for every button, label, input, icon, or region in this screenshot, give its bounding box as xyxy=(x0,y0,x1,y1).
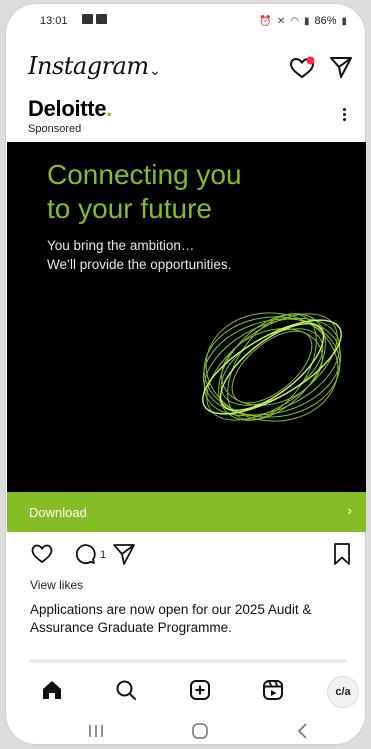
comment-count: 1 xyxy=(100,549,107,561)
status-notification-icons xyxy=(82,14,107,24)
account-brand-dot: . xyxy=(106,96,113,121)
search-icon[interactable] xyxy=(114,678,138,702)
notification-dot xyxy=(306,56,315,65)
signal-icon: ▮ xyxy=(303,15,310,27)
ad-creative[interactable]: Connecting you to your future You bring … xyxy=(7,142,366,492)
post-account-name[interactable]: Deloitte. xyxy=(28,96,112,122)
reels-icon[interactable] xyxy=(261,678,285,702)
ad-headline-line1: Connecting you xyxy=(47,159,242,190)
home-icon[interactable] xyxy=(40,678,64,702)
app-notification-icon xyxy=(96,14,107,24)
post-header: Deloitte. Sponsored xyxy=(6,96,365,144)
back-icon[interactable] xyxy=(293,722,313,740)
sponsored-label: Sponsored xyxy=(28,123,82,135)
app-header: Instagram ⌄ xyxy=(6,44,365,94)
send-icon[interactable] xyxy=(329,55,353,79)
gallery-icon xyxy=(82,14,93,24)
system-nav-bar xyxy=(0,718,371,748)
alarm-icon: ⏰ xyxy=(259,15,272,27)
create-post-icon[interactable] xyxy=(188,678,212,702)
home-button-icon[interactable] xyxy=(190,722,210,740)
comment-preview-divider xyxy=(30,659,346,663)
bottom-tab-bar xyxy=(0,670,371,712)
wifi-icon: ◠ xyxy=(290,15,299,27)
spiral-artwork-icon xyxy=(202,312,342,422)
mute-icon: ✕ xyxy=(276,15,286,27)
post-caption: Applications are now open for our 2025 A… xyxy=(30,602,312,635)
more-icon[interactable] xyxy=(343,108,347,123)
recents-icon[interactable] xyxy=(86,722,106,740)
comment-icon[interactable] xyxy=(73,542,97,566)
share-send-icon[interactable] xyxy=(112,542,136,566)
profile-avatar[interactable]: c/a xyxy=(327,676,359,708)
ad-headline-line2: to your future xyxy=(47,193,212,224)
heart-icon[interactable] xyxy=(289,56,315,80)
ad-subline2: We’ll provide the opportunities. xyxy=(47,257,232,272)
ad-subline1: You bring the ambition… xyxy=(47,238,195,253)
account-name-text: Deloitte xyxy=(28,96,107,121)
view-likes-link[interactable]: View likes xyxy=(30,578,83,592)
status-time: 13:01 xyxy=(40,15,68,27)
status-bar: 13:01 ⏰ ✕ ◠ ▮ 86% ▮ xyxy=(6,4,365,38)
download-cta-button[interactable]: Download › xyxy=(7,492,366,532)
cta-label: Download xyxy=(29,505,87,520)
bookmark-icon[interactable] xyxy=(332,542,352,566)
ad-headline: Connecting you to your future xyxy=(47,158,242,226)
battery-icon: ▮ xyxy=(341,15,347,27)
instagram-logo[interactable]: Instagram xyxy=(28,52,149,80)
ad-subheadline: You bring the ambition… We’ll provide th… xyxy=(47,236,231,274)
chevron-right-icon: › xyxy=(347,502,352,518)
battery-level: 86% xyxy=(314,15,337,27)
status-right-icons: ⏰ ✕ ◠ ▮ 86% ▮ xyxy=(259,15,347,27)
post-actions: 1 xyxy=(0,540,371,572)
account-switcher-chevron-icon[interactable]: ⌄ xyxy=(149,62,161,79)
like-heart-icon[interactable] xyxy=(30,542,54,566)
